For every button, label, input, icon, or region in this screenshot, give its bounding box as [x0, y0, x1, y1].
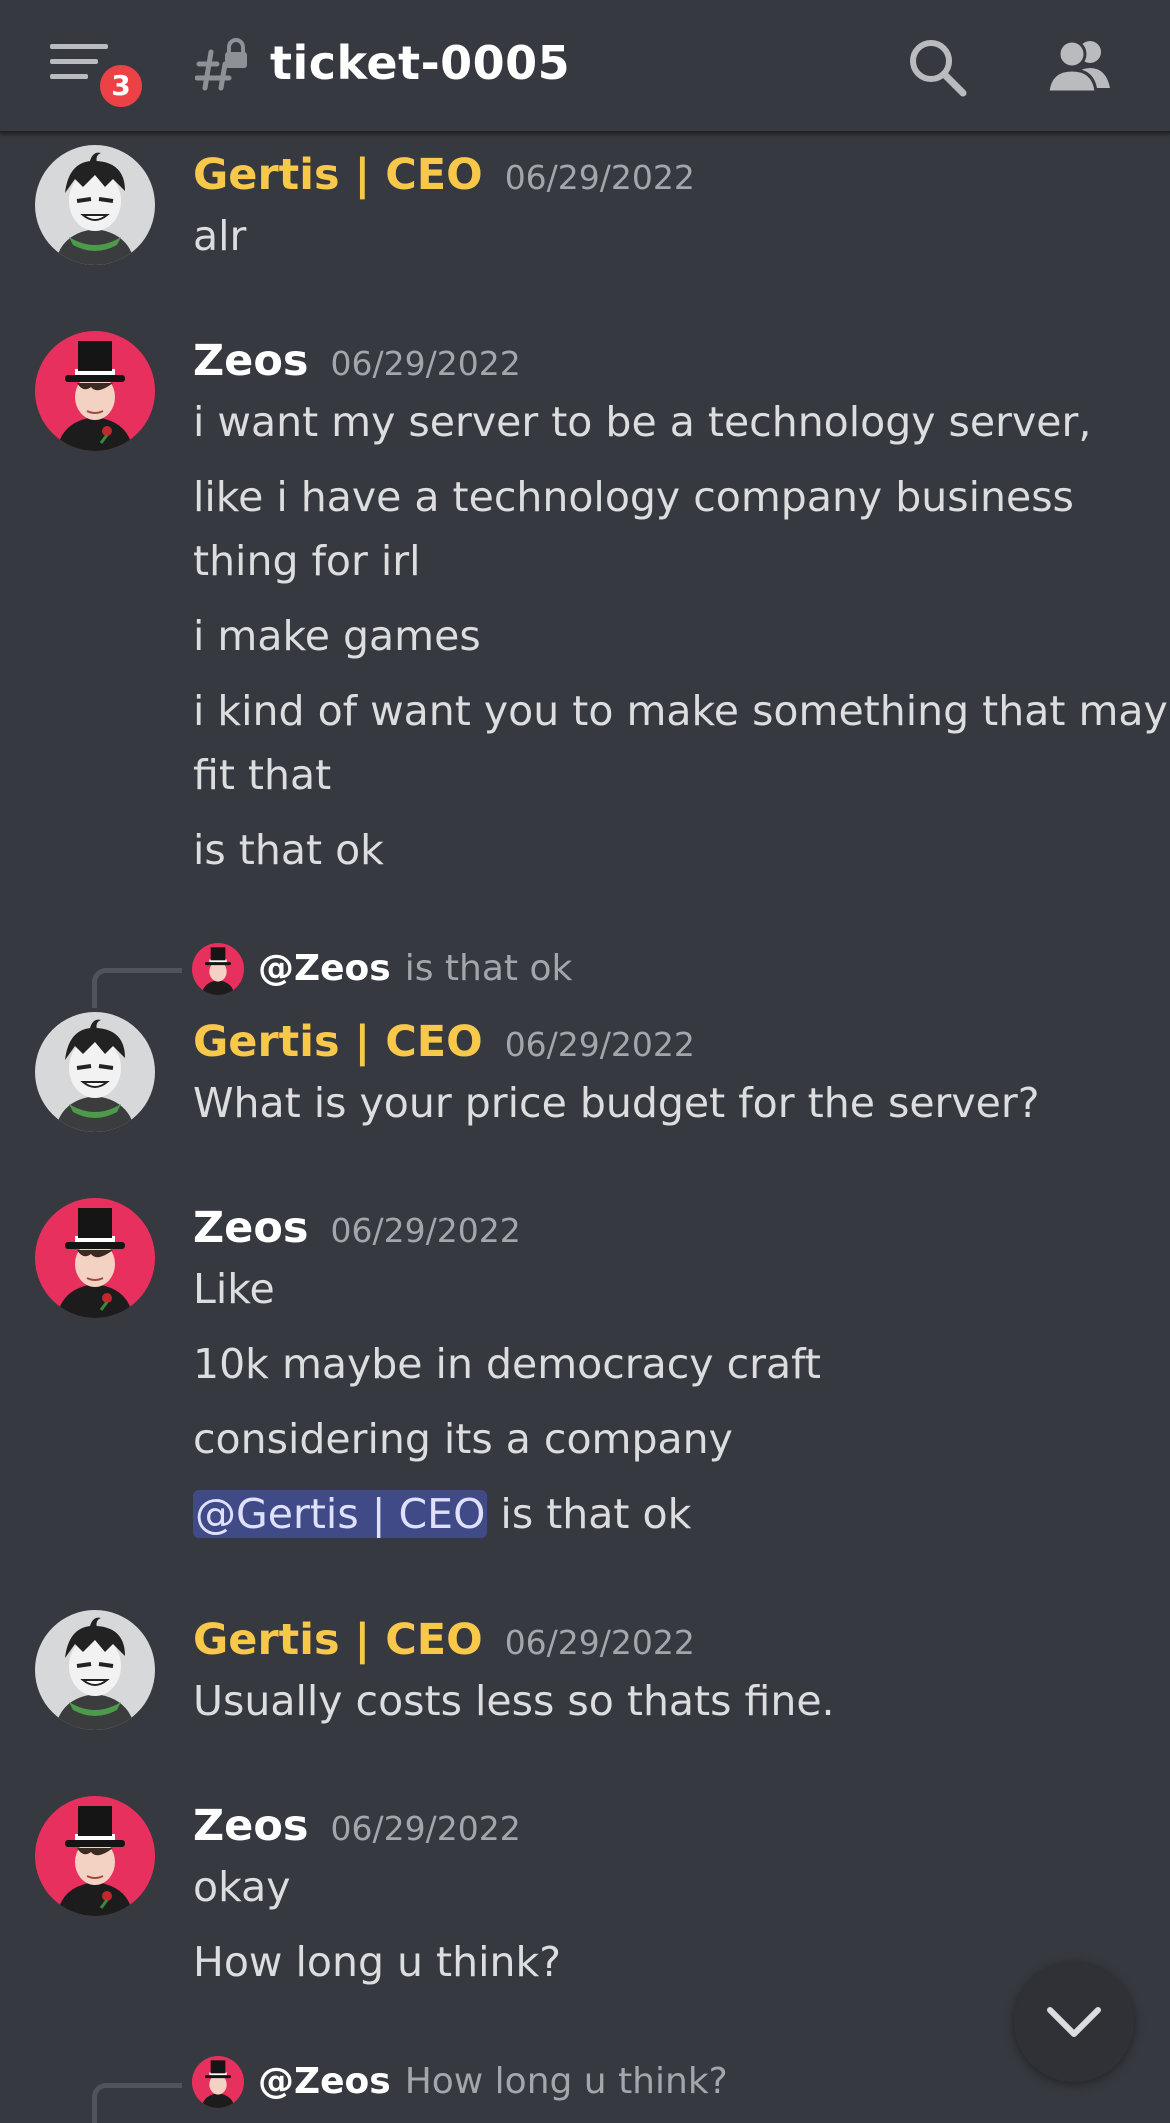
message-text: i make games [193, 612, 481, 660]
username[interactable]: Zeos [193, 1203, 308, 1253]
user-mention[interactable]: @Gertis | CEO [193, 1490, 488, 1538]
message-text: 10k maybe in democracy craft [193, 1340, 821, 1388]
timestamp: 06/29/2022 [504, 1623, 695, 1662]
message-text: thing for irl [193, 537, 421, 585]
message-text: considering its a company [193, 1415, 733, 1463]
timestamp: 06/29/2022 [330, 1211, 521, 1250]
message-text: What is your price budget for the server… [193, 1079, 1040, 1127]
username[interactable]: Zeos [193, 336, 308, 386]
username[interactable]: Gertis | CEO [193, 1017, 483, 1067]
message-list: Gertis | CEO 06/29/2022 alr Zeos 06/29/202… [0, 0, 1170, 2123]
message-header: Zeos 06/29/2022 [193, 336, 521, 396]
avatar-zeos-small [192, 2056, 244, 2108]
message-text-rest: is that ok [500, 1490, 692, 1538]
avatar-zeos[interactable] [35, 1796, 155, 1916]
avatar-zeos-small [192, 943, 244, 995]
reply-content: is that ok [404, 948, 573, 989]
timestamp: 06/29/2022 [330, 344, 521, 383]
locked-channel-icon [195, 38, 247, 91]
reply-content: How long u think? [404, 2061, 728, 2102]
avatar-zeos[interactable] [35, 1198, 155, 1318]
members-icon[interactable] [1046, 36, 1114, 96]
message-header: Gertis | CEO 06/29/2022 [193, 1017, 695, 1077]
message-text: @Gertis | CEO is that ok [193, 1490, 691, 1538]
reply-preview: @Zeos How long u think? [258, 2061, 728, 2102]
username[interactable]: Zeos [193, 1801, 308, 1851]
message-header: Gertis | CEO 06/29/2022 [193, 150, 695, 210]
message-text: i kind of want you to make something tha… [193, 687, 1168, 735]
timestamp: 06/29/2022 [504, 1025, 695, 1064]
avatar-gertis[interactable] [35, 145, 155, 265]
jump-to-bottom-button[interactable] [1014, 1962, 1134, 2082]
channel-header: 3 ticket-0005 [0, 0, 1170, 133]
message-header: Zeos 06/29/2022 [193, 1801, 521, 1861]
message-header: Gertis | CEO 06/29/2022 [193, 1615, 695, 1675]
message-header: Zeos 06/29/2022 [193, 1203, 521, 1263]
message-text: How long u think? [193, 1938, 561, 1986]
avatar-gertis[interactable] [35, 1012, 155, 1132]
message-text: Usually costs less so thats fine. [193, 1677, 835, 1725]
notification-badge: 3 [95, 60, 147, 112]
search-icon[interactable] [905, 35, 969, 99]
avatar-zeos[interactable] [35, 331, 155, 451]
reply-reference[interactable]: @Zeos is that ok [0, 940, 1170, 1008]
message-text: is that ok [193, 826, 384, 874]
username[interactable]: Gertis | CEO [193, 150, 483, 200]
reply-connector [92, 968, 182, 1008]
message-text: alr [193, 212, 247, 260]
message-text: like i have a technology company busines… [193, 473, 1074, 521]
timestamp: 06/29/2022 [504, 158, 695, 197]
message-text: fit that [193, 751, 332, 799]
timestamp: 06/29/2022 [330, 1809, 521, 1848]
message-text: i want my server to be a technology serv… [193, 398, 1092, 446]
reply-preview: @Zeos is that ok [258, 948, 572, 989]
channel-name: ticket-0005 [270, 36, 571, 90]
chevron-down-icon [1047, 2007, 1101, 2037]
reply-reference[interactable]: @Zeos How long u think? [0, 2053, 1170, 2123]
avatar-gertis[interactable] [35, 1610, 155, 1730]
reply-connector [92, 2083, 182, 2123]
menu-button[interactable]: 3 [50, 40, 147, 112]
username[interactable]: Gertis | CEO [193, 1615, 483, 1665]
reply-author: @Zeos [258, 948, 391, 989]
reply-author: @Zeos [258, 2061, 391, 2102]
message-text: Like [193, 1265, 275, 1313]
message-text: okay [193, 1863, 291, 1911]
